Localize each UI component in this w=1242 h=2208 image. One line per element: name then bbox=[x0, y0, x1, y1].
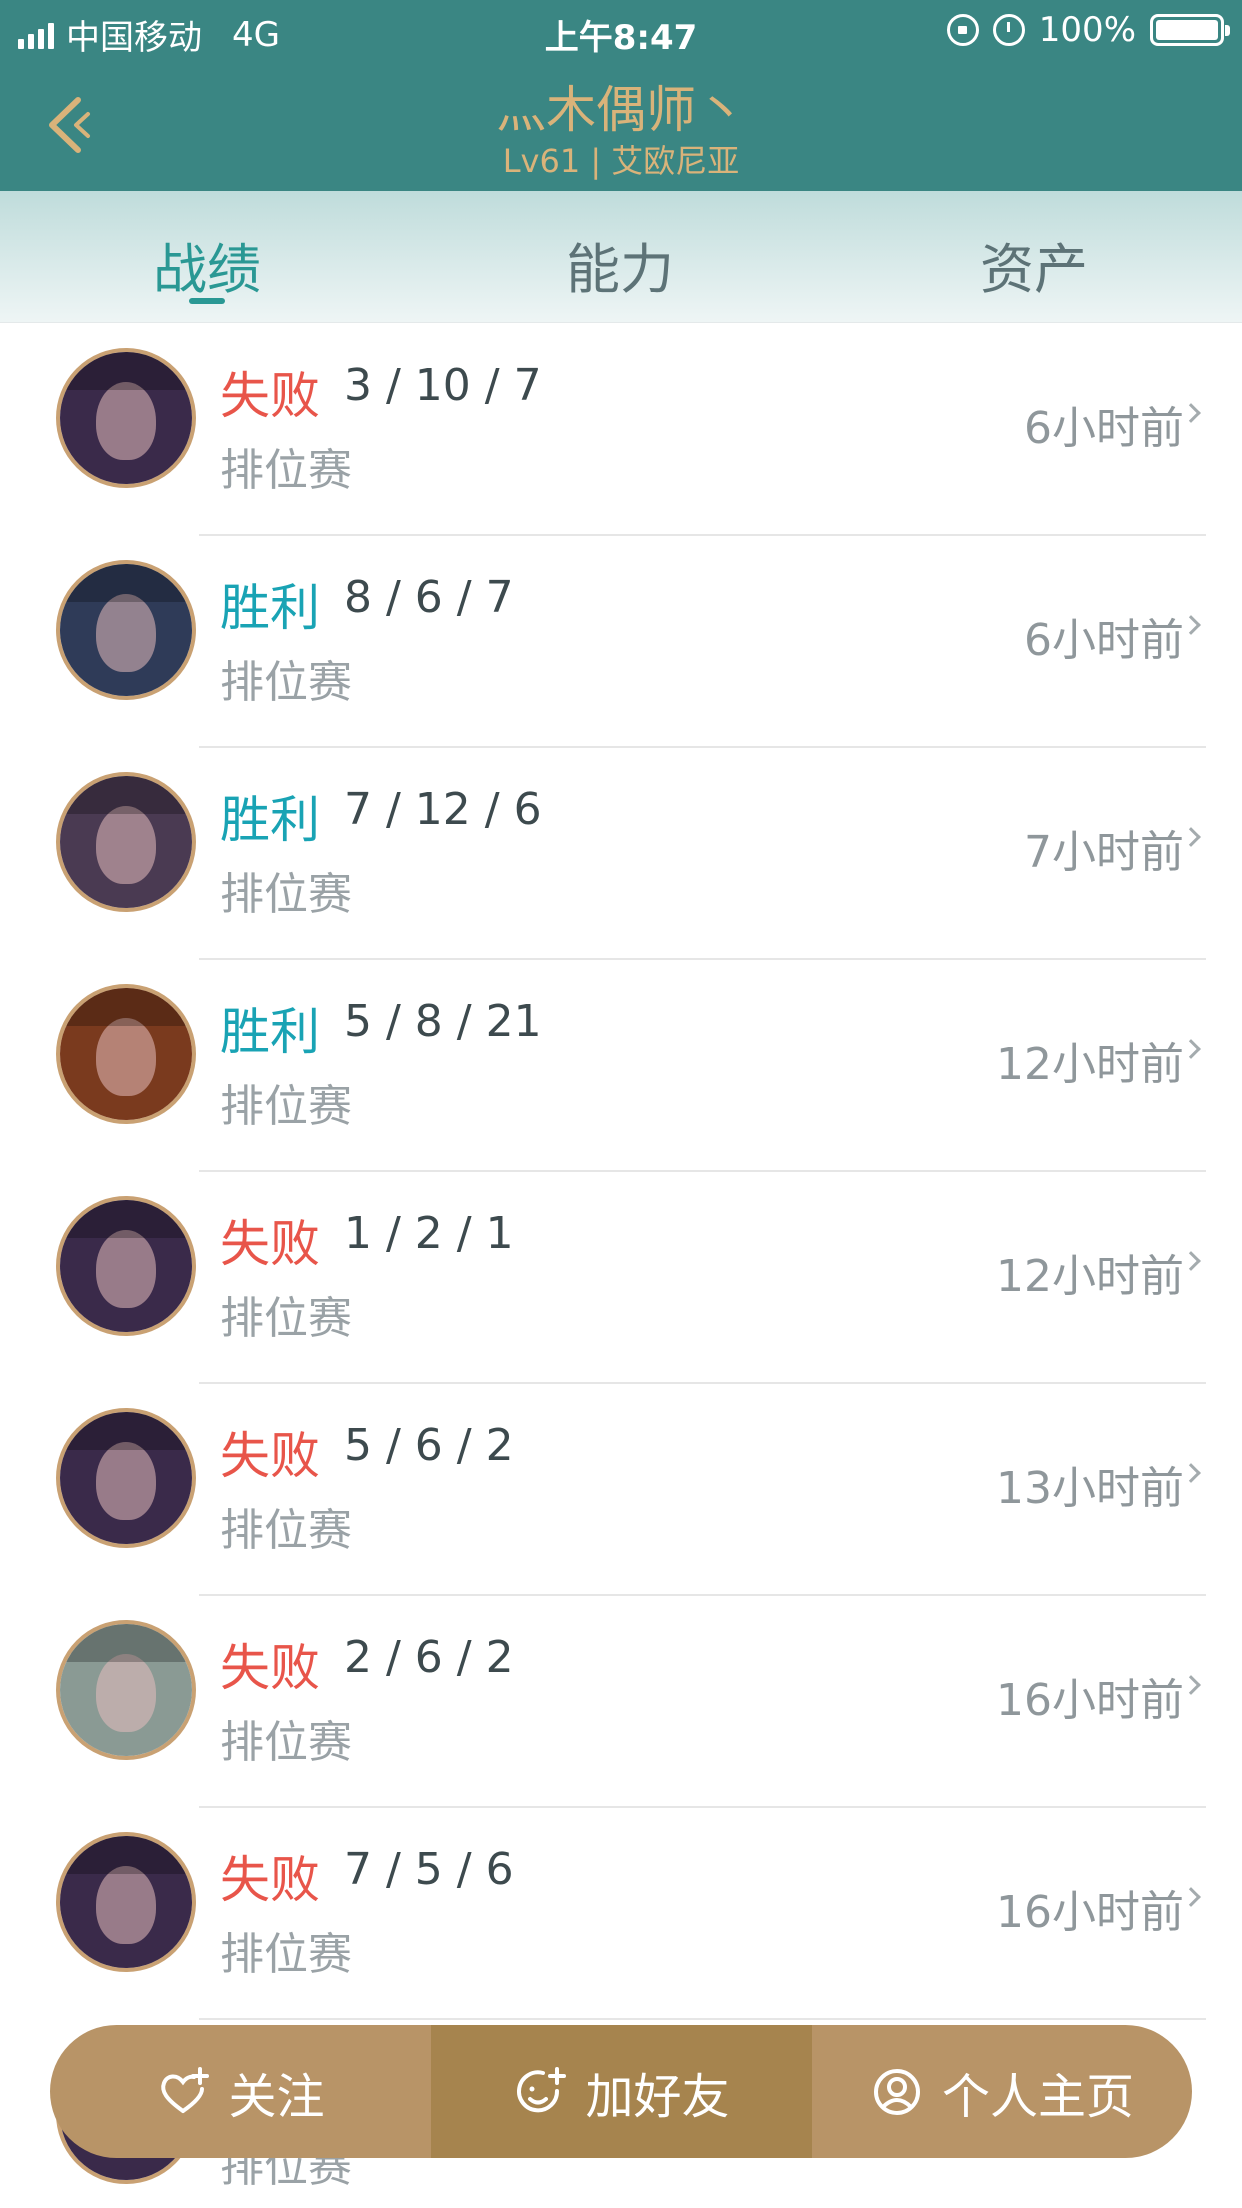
champion-avatar bbox=[56, 1196, 196, 1336]
champion-avatar bbox=[56, 348, 196, 488]
active-tab-indicator bbox=[189, 298, 225, 304]
match-mode: 排位赛 bbox=[220, 1505, 352, 1556]
alarm-icon bbox=[992, 14, 1025, 46]
follow-button[interactable]: 关注 bbox=[50, 2025, 431, 2158]
rotation-lock-icon bbox=[946, 14, 979, 46]
champion-avatar bbox=[56, 1408, 196, 1548]
add-friend-button[interactable]: 加好友 bbox=[431, 2025, 812, 2158]
match-row[interactable]: 失败 7 / 5 / 6 排位赛 16小时前 bbox=[0, 1808, 1242, 2020]
match-kda: 2 / 6 / 2 bbox=[344, 1632, 514, 1683]
heart-plus-icon bbox=[161, 2066, 210, 2113]
match-row[interactable]: 胜利 5 / 8 / 21 排位赛 12小时前 bbox=[0, 960, 1242, 1172]
chevron-right-icon bbox=[1181, 1675, 1201, 1695]
match-row[interactable]: 失败 1 / 2 / 1 排位赛 12小时前 bbox=[0, 1172, 1242, 1384]
status-bar: 中国移动 4G 上午8:47 100% bbox=[0, 0, 1242, 60]
match-mode: 排位赛 bbox=[220, 1929, 352, 1980]
match-mode: 排位赛 bbox=[220, 657, 352, 708]
match-mode: 排位赛 bbox=[220, 445, 352, 496]
match-row[interactable]: 胜利 7 / 12 / 6 排位赛 7小时前 bbox=[0, 748, 1242, 960]
match-row[interactable]: 失败 5 / 6 / 2 排位赛 13小时前 bbox=[0, 1384, 1242, 1596]
match-time: 16小时前 bbox=[996, 1675, 1184, 1726]
match-kda: 5 / 6 / 2 bbox=[344, 1420, 514, 1471]
player-name: 灬木偶师丶 bbox=[496, 81, 746, 139]
tab-assets[interactable]: 资产 bbox=[884, 225, 1184, 304]
add-friend-label: 加好友 bbox=[585, 2068, 730, 2125]
chevron-right-icon bbox=[1181, 1039, 1201, 1059]
match-mode: 排位赛 bbox=[220, 869, 352, 920]
match-result: 胜利 bbox=[220, 791, 320, 849]
match-result: 失败 bbox=[220, 1639, 320, 1697]
tab-bar: 战绩 能力 资产 bbox=[0, 191, 1242, 323]
match-time: 6小时前 bbox=[1024, 615, 1184, 666]
match-row[interactable]: 失败 3 / 10 / 7 排位赛 6小时前 bbox=[0, 324, 1242, 536]
user-circle-icon bbox=[873, 2068, 920, 2115]
match-time: 7小时前 bbox=[1024, 827, 1184, 878]
action-bar: 关注 加好友 个人主页 bbox=[50, 2025, 1192, 2158]
match-kda: 5 / 8 / 21 bbox=[344, 996, 542, 1047]
chevron-right-icon bbox=[1181, 1463, 1201, 1483]
battery-percent: 100% bbox=[1038, 10, 1136, 50]
match-result: 失败 bbox=[220, 367, 320, 425]
chevron-right-icon bbox=[1181, 1251, 1201, 1271]
chevron-right-icon bbox=[1181, 1887, 1201, 1907]
match-mode: 排位赛 bbox=[220, 1081, 352, 1132]
tab-ability[interactable]: 能力 bbox=[470, 225, 770, 304]
champion-avatar bbox=[56, 560, 196, 700]
champion-avatar bbox=[56, 772, 196, 912]
match-result: 失败 bbox=[220, 1851, 320, 1909]
follow-label: 关注 bbox=[228, 2068, 325, 2125]
match-list: 失败 3 / 10 / 7 排位赛 6小时前 胜利 8 / 6 / 7 排位赛 6小时前 胜利 7… bbox=[0, 324, 1242, 2208]
match-mode: 排位赛 bbox=[220, 1293, 352, 1344]
player-level-server: Lv61 | 艾欧尼亚 bbox=[502, 142, 740, 180]
match-mode: 排位赛 bbox=[220, 1717, 352, 1768]
match-time: 12小时前 bbox=[996, 1251, 1184, 1302]
champion-avatar bbox=[56, 1832, 196, 1972]
match-time: 16小时前 bbox=[996, 1887, 1184, 1938]
match-time: 12小时前 bbox=[996, 1039, 1184, 1090]
match-kda: 1 / 2 / 1 bbox=[344, 1208, 514, 1259]
match-kda: 8 / 6 / 7 bbox=[344, 572, 514, 623]
match-kda: 7 / 12 / 6 bbox=[344, 784, 542, 835]
match-time: 13小时前 bbox=[996, 1463, 1184, 1514]
battery-icon bbox=[1150, 14, 1230, 46]
match-time: 6小时前 bbox=[1024, 403, 1184, 454]
champion-avatar bbox=[56, 1620, 196, 1760]
match-result: 胜利 bbox=[220, 1003, 320, 1061]
tab-record[interactable]: 战绩 bbox=[57, 225, 357, 304]
profile-label: 个人主页 bbox=[941, 2068, 1134, 2125]
chevron-right-icon bbox=[1181, 403, 1201, 423]
match-kda: 3 / 10 / 7 bbox=[344, 360, 542, 411]
match-result: 胜利 bbox=[220, 579, 320, 637]
match-result: 失败 bbox=[220, 1215, 320, 1273]
match-row[interactable]: 胜利 8 / 6 / 7 排位赛 6小时前 bbox=[0, 536, 1242, 748]
match-row[interactable]: 失败 2 / 6 / 2 排位赛 16小时前 bbox=[0, 1596, 1242, 1808]
profile-button[interactable]: 个人主页 bbox=[812, 2025, 1192, 2158]
champion-avatar bbox=[56, 984, 196, 1124]
top-bar: 中国移动 4G 上午8:47 100% 灬木偶师丶 Lv61 | 艾欧尼亚 bbox=[0, 0, 1242, 191]
smile-plus-icon bbox=[517, 2066, 567, 2112]
chevron-right-icon bbox=[1181, 615, 1201, 635]
match-kda: 7 / 5 / 6 bbox=[344, 1844, 514, 1895]
chevron-right-icon bbox=[1181, 827, 1201, 847]
match-result: 失败 bbox=[220, 1427, 320, 1485]
